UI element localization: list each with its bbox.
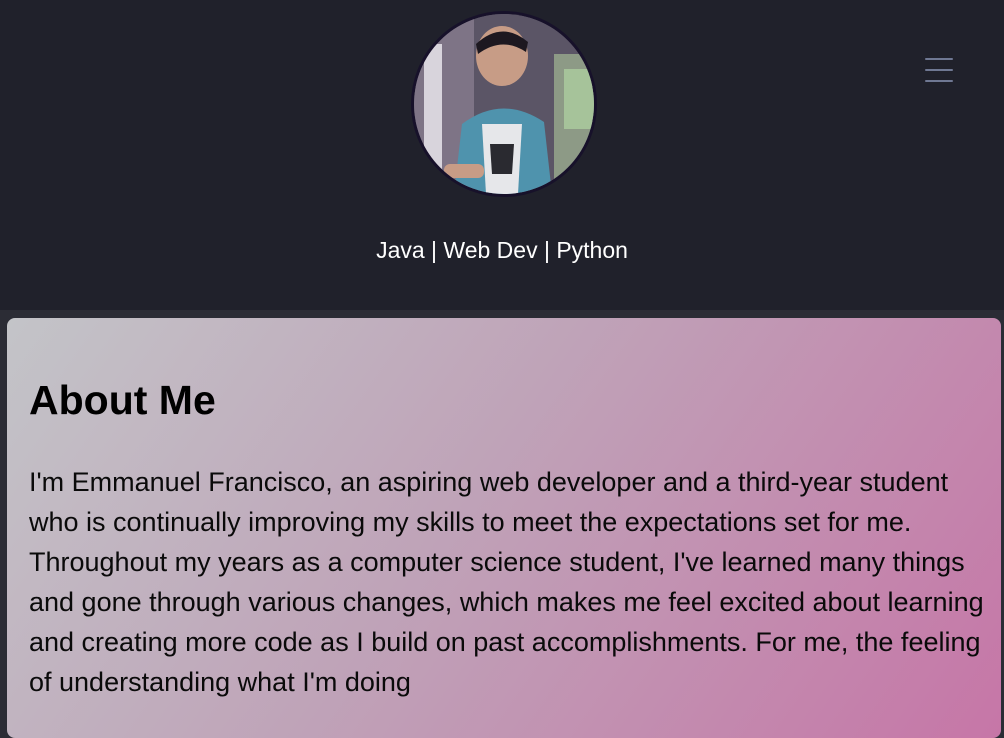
menu-bar-bottom	[925, 80, 953, 82]
site-header: Java | Web Dev | Python	[0, 0, 1004, 310]
menu-bar-middle	[925, 69, 953, 71]
hamburger-menu-icon[interactable]	[925, 57, 953, 83]
profile-avatar	[411, 11, 597, 197]
menu-bar-top	[925, 58, 953, 60]
profile-photo-illustration	[414, 14, 594, 194]
about-title: About Me	[29, 377, 216, 423]
about-section: About Me I'm Emmanuel Francisco, an aspi…	[7, 318, 1001, 738]
skills-tagline: Java | Web Dev | Python	[376, 237, 628, 263]
about-paragraph: I'm Emmanuel Francisco, an aspiring web …	[29, 467, 984, 697]
